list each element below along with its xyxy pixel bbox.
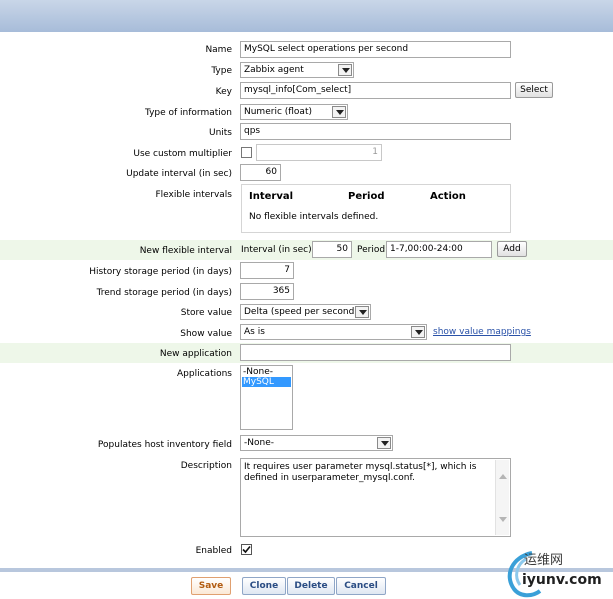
update-interval-label: Update interval (in sec)	[126, 169, 232, 179]
name-input[interactable]: MySQL select operations per second	[240, 41, 511, 58]
custom-multiplier-checkbox[interactable]	[241, 147, 252, 158]
description-scrollbar[interactable]	[495, 460, 509, 535]
new-application-label: New application	[159, 349, 232, 359]
trends-label: Trend storage period (in days)	[96, 288, 232, 298]
key-input[interactable]: mysql_info[Com_select]	[240, 82, 511, 99]
type-of-information-value: Numeric (float)	[244, 107, 312, 117]
applications-label: Applications	[177, 369, 232, 379]
flexible-intervals-empty-text: No flexible intervals defined.	[249, 212, 379, 222]
custom-multiplier-input[interactable]: 1	[256, 144, 382, 161]
show-value-value: As is	[244, 327, 265, 337]
key-label: Key	[215, 87, 232, 97]
applications-option-mysql[interactable]: MySQL	[242, 377, 291, 387]
type-select-value: Zabbix agent	[244, 65, 304, 75]
cancel-button[interactable]: Cancel	[336, 577, 386, 595]
show-value-label: Show value	[180, 329, 232, 339]
enabled-checkbox[interactable]	[241, 544, 252, 555]
type-of-information-label: Type of information	[144, 108, 232, 118]
show-value-select[interactable]: As is	[240, 324, 427, 340]
chevron-down-icon	[338, 64, 352, 76]
inventory-select[interactable]: -None-	[240, 435, 393, 451]
history-label: History storage period (in days)	[89, 267, 232, 277]
type-select[interactable]: Zabbix agent	[240, 62, 354, 78]
delete-button[interactable]: Delete	[287, 577, 335, 595]
units-label: Units	[208, 128, 232, 138]
name-label: Name	[205, 45, 232, 55]
flex-interval-sec-label: Interval (in sec)	[241, 245, 312, 255]
inventory-value: -None-	[244, 438, 274, 448]
description-text: It requires user parameter mysql.status[…	[244, 462, 477, 483]
add-flexible-interval-button[interactable]: Add	[497, 241, 527, 257]
scroll-up-icon[interactable]	[499, 474, 507, 479]
column-header-action: Action	[430, 191, 466, 202]
chevron-down-icon	[377, 437, 391, 449]
new-flexible-interval-label: New flexible interval	[139, 246, 232, 256]
column-header-period: Period	[348, 191, 385, 202]
key-select-button[interactable]: Select	[515, 82, 553, 98]
chevron-down-icon	[332, 106, 346, 118]
store-value-value: Delta (speed per second)	[244, 307, 358, 317]
store-value-select[interactable]: Delta (speed per second)	[240, 304, 371, 320]
clone-button[interactable]: Clone	[242, 577, 286, 595]
custom-multiplier-label: Use custom multiplier	[133, 149, 232, 159]
flexible-intervals-label: Flexible intervals	[155, 190, 233, 200]
chevron-down-icon	[411, 326, 425, 338]
flex-period-input[interactable]: 1-7,00:00-24:00	[386, 241, 492, 258]
type-of-information-select[interactable]: Numeric (float)	[240, 104, 348, 120]
new-application-input[interactable]	[240, 344, 511, 361]
column-header-interval: Interval	[249, 191, 294, 202]
scroll-down-icon[interactable]	[499, 517, 507, 522]
chevron-down-icon	[355, 306, 369, 318]
history-input[interactable]: 7	[240, 262, 294, 279]
enabled-label: Enabled	[195, 546, 232, 556]
flex-period-label: Period	[357, 245, 386, 255]
flexible-intervals-table: Interval Period Action No flexible inter…	[241, 184, 511, 233]
checkmark-icon	[242, 545, 251, 554]
type-label: Type	[211, 66, 232, 76]
trends-input[interactable]: 365	[240, 283, 294, 300]
units-input[interactable]: qps	[240, 123, 511, 140]
watermark-logo: 运维网 iyunv.com	[490, 545, 613, 598]
form-header-bar	[0, 0, 613, 32]
watermark-site: iyunv.com	[522, 572, 602, 588]
inventory-label: Populates host inventory field	[97, 440, 232, 450]
description-label: Description	[180, 461, 232, 471]
update-interval-input[interactable]: 60	[240, 164, 281, 181]
applications-option-none[interactable]: -None-	[243, 367, 290, 377]
show-value-mappings-link[interactable]: show value mappings	[433, 327, 531, 337]
watermark-cn: 运维网	[524, 553, 564, 568]
save-button[interactable]: Save	[191, 577, 231, 595]
applications-listbox[interactable]: -None- MySQL	[240, 365, 293, 430]
description-textarea[interactable]: It requires user parameter mysql.status[…	[240, 458, 511, 537]
flex-interval-input[interactable]: 50	[312, 241, 352, 258]
store-value-label: Store value	[180, 308, 232, 318]
